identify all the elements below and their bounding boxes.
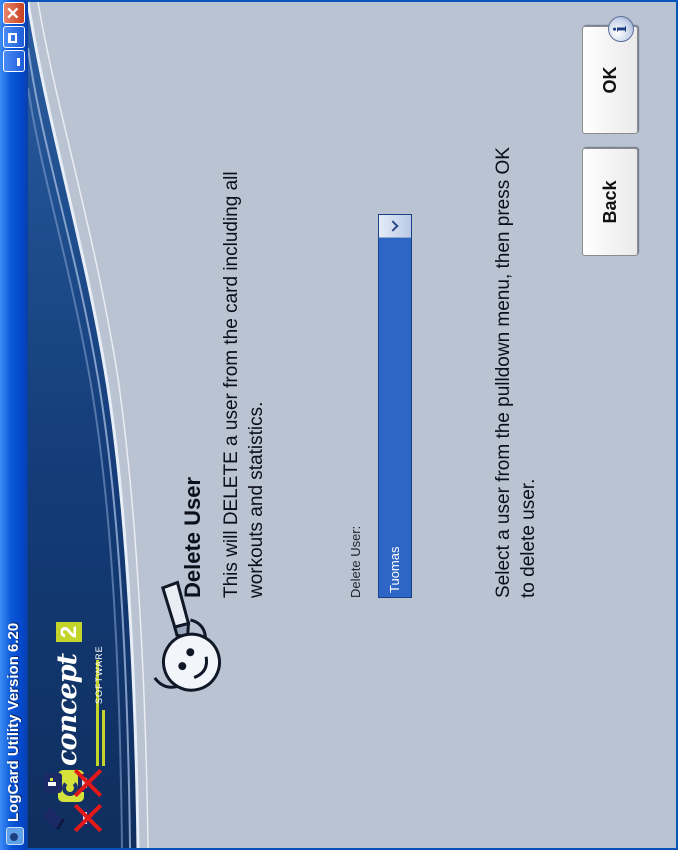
back-button[interactable]: Back <box>582 148 638 256</box>
card-reader-icon[interactable] <box>38 768 68 798</box>
user-select[interactable]: Tuomas <box>378 214 412 598</box>
brand-tagline: SOFTWARE <box>94 645 104 704</box>
close-button[interactable]: ✕ <box>3 2 25 24</box>
selected-user: Tuomas <box>387 546 402 593</box>
window-title: LogCard Utility Version 6.20 <box>5 622 22 822</box>
app-window: LogCard Utility Version 6.20 ✕ concept 2… <box>0 0 678 850</box>
client-area: concept 2 SOFTWARE Delete User This will… <box>28 2 676 848</box>
page-description: This will DELETE a user from the card in… <box>221 171 267 598</box>
info-icon[interactable] <box>608 16 634 42</box>
page-title: Delete User <box>180 476 205 598</box>
delete-user-label: Delete User: <box>348 525 363 598</box>
chevron-down-icon[interactable] <box>379 215 411 238</box>
close-icon: ✕ <box>4 5 23 21</box>
device-unavailable-icon[interactable] <box>72 768 102 798</box>
logbook-icon[interactable] <box>38 803 68 833</box>
header-banner: concept 2 SOFTWARE <box>28 2 160 848</box>
app-icon[interactable] <box>6 827 24 845</box>
header-swoosh <box>28 2 160 848</box>
maximize-icon[interactable] <box>3 26 25 48</box>
minimize-icon[interactable] <box>3 50 25 72</box>
instruction-text: Select a user from the pulldown menu, th… <box>493 147 539 598</box>
card-unavailable-icon[interactable] <box>72 803 102 833</box>
title-bar[interactable]: LogCard Utility Version 6.20 ✕ <box>0 0 28 850</box>
ok-button[interactable]: OK <box>582 26 638 134</box>
brand-badge: 2 <box>56 622 82 642</box>
logo-divider-short <box>102 710 105 766</box>
brand-name: concept <box>52 653 83 766</box>
